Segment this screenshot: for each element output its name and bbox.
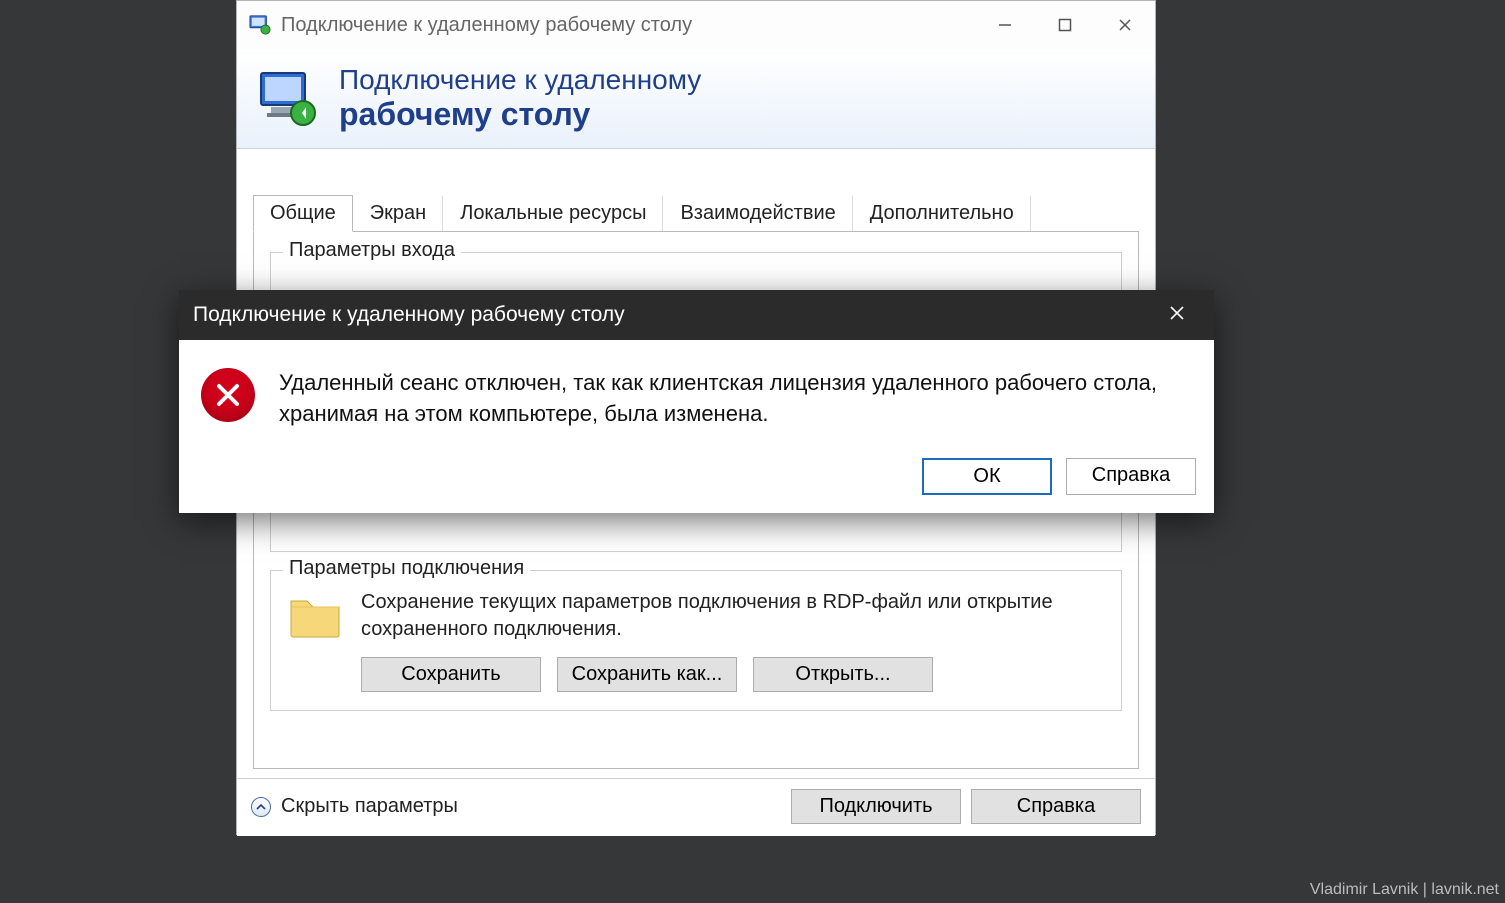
connect-button[interactable]: Подключить [791,789,961,824]
tabs: Общие Экран Локальные ресурсы Взаимодейс… [237,195,1155,232]
window-title: Подключение к удаленному рабочему столу [281,14,975,37]
watermark: Vladimir Lavnik | lavnik.net [1310,881,1499,899]
banner-line2: рабочему столу [339,96,701,133]
dialog-close-button[interactable] [1154,304,1200,327]
group-conn-legend: Параметры подключения [283,557,530,580]
banner-text: Подключение к удаленному рабочему столу [339,64,701,133]
ok-button[interactable]: ОК [922,458,1052,495]
maximize-button[interactable] [1035,1,1095,49]
open-button[interactable]: Открыть... [753,657,933,692]
save-as-button[interactable]: Сохранить как... [557,657,737,692]
group-login-legend: Параметры входа [283,239,461,262]
group-conn-text: Сохранение текущих параметров подключени… [361,589,1105,643]
tab-general[interactable]: Общие [253,195,353,232]
minimize-button[interactable] [975,1,1035,49]
error-icon [201,368,255,422]
folder-icon [287,587,343,643]
close-button[interactable] [1095,1,1155,49]
titlebar: Подключение к удаленному рабочему столу [237,1,1155,49]
tab-local-resources[interactable]: Локальные ресурсы [443,195,663,232]
dialog-title: Подключение к удаленному рабочему столу [193,303,625,327]
footer: Скрыть параметры Подключить Справка [237,778,1155,834]
tab-screen[interactable]: Экран [353,195,443,232]
tab-experience[interactable]: Взаимодействие [663,195,852,232]
chevron-up-icon[interactable] [251,797,271,817]
help-button[interactable]: Справка [971,789,1141,824]
banner: Подключение к удаленному рабочему столу [237,49,1155,149]
save-button[interactable]: Сохранить [361,657,541,692]
app-icon [249,14,271,36]
hide-options-link[interactable]: Скрыть параметры [281,795,458,818]
group-connection-settings: Параметры подключения Сохранение текущих… [270,570,1122,711]
error-message: Удаленный сеанс отключен, так как клиент… [279,368,1186,430]
dialog-titlebar: Подключение к удаленному рабочему столу [179,290,1214,340]
rdp-banner-icon [257,67,321,131]
banner-line1: Подключение к удаленному [339,64,701,96]
dialog-help-button[interactable]: Справка [1066,458,1196,495]
tab-advanced[interactable]: Дополнительно [853,195,1031,232]
error-dialog: Подключение к удаленному рабочему столу … [179,290,1214,513]
